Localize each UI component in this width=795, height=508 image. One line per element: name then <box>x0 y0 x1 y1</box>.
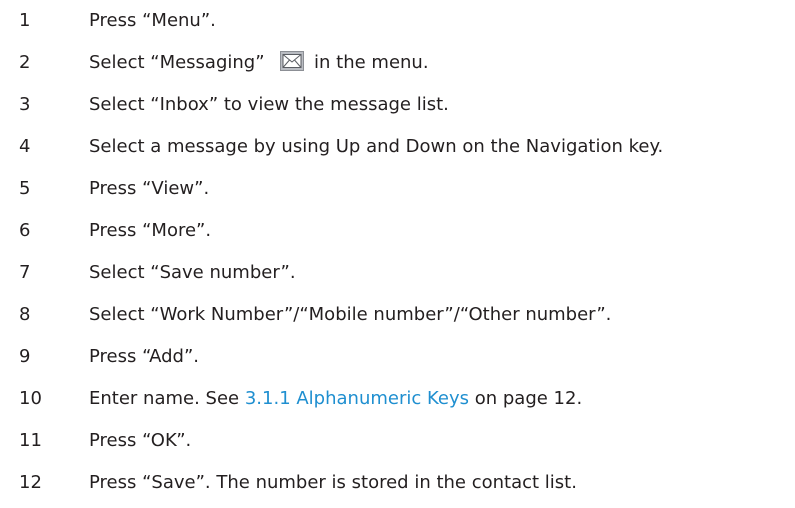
step-text-after: in the menu. <box>314 52 429 73</box>
step-text: Enter name. See 3.1.1 Alphanumeric Keys … <box>89 382 582 416</box>
step-text: Press “View”. <box>89 178 210 199</box>
step-number: 11 <box>19 430 42 451</box>
step-number: 10 <box>19 388 42 409</box>
step-10: 10 Enter name. See 3.1.1 Alphanumeric Ke… <box>0 382 795 424</box>
step-1: 1 Press “Menu”. <box>0 4 795 46</box>
step-text-after: on page 12. <box>474 388 583 409</box>
step-number: 1 <box>19 10 31 31</box>
step-2: 2 Select “Messaging” in the menu. <box>0 46 795 88</box>
step-number: 12 <box>19 472 42 493</box>
step-number: 9 <box>19 346 31 367</box>
step-number: 7 <box>19 262 31 283</box>
envelope-icon <box>280 51 305 71</box>
step-number: 6 <box>19 220 31 241</box>
step-text: Select “Work Number”/“Mobile number”/“Ot… <box>89 304 612 325</box>
step-text-before: Select “Messaging” <box>89 52 265 73</box>
step-6: 6 Press “More”. <box>0 214 795 256</box>
step-number: 4 <box>19 136 31 157</box>
step-number: 3 <box>19 94 31 115</box>
step-text: Press “More”. <box>89 220 212 241</box>
step-text-before: Enter name. See <box>89 388 240 409</box>
step-8: 8 Select “Work Number”/“Mobile number”/“… <box>0 298 795 340</box>
step-text: Press “OK”. <box>89 430 192 451</box>
step-text: Select a message by using Up and Down on… <box>89 136 664 157</box>
step-text: Select “Inbox” to view the message list. <box>89 94 449 115</box>
step-number: 8 <box>19 304 31 325</box>
step-text: Press “Menu”. <box>89 10 216 31</box>
step-9: 9 Press “Add”. <box>0 340 795 382</box>
step-5: 5 Press “View”. <box>0 172 795 214</box>
step-list: 1 Press “Menu”. 2 Select “Messaging” in … <box>0 4 795 508</box>
step-text: Select “Messaging” in the menu. <box>89 46 429 80</box>
step-text: Select “Save number”. <box>89 262 296 283</box>
step-11: 11 Press “OK”. <box>0 424 795 466</box>
step-number: 5 <box>19 178 31 199</box>
step-4: 4 Select a message by using Up and Down … <box>0 130 795 172</box>
step-7: 7 Select “Save number”. <box>0 256 795 298</box>
alphanumeric-keys-link[interactable]: 3.1.1 Alphanumeric Keys <box>245 388 469 409</box>
step-3: 3 Select “Inbox” to view the message lis… <box>0 88 795 130</box>
step-number: 2 <box>19 52 31 73</box>
step-text: Press “Save”. The number is stored in th… <box>89 472 577 493</box>
step-12: 12 Press “Save”. The number is stored in… <box>0 466 795 508</box>
step-text: Press “Add”. <box>89 346 199 367</box>
